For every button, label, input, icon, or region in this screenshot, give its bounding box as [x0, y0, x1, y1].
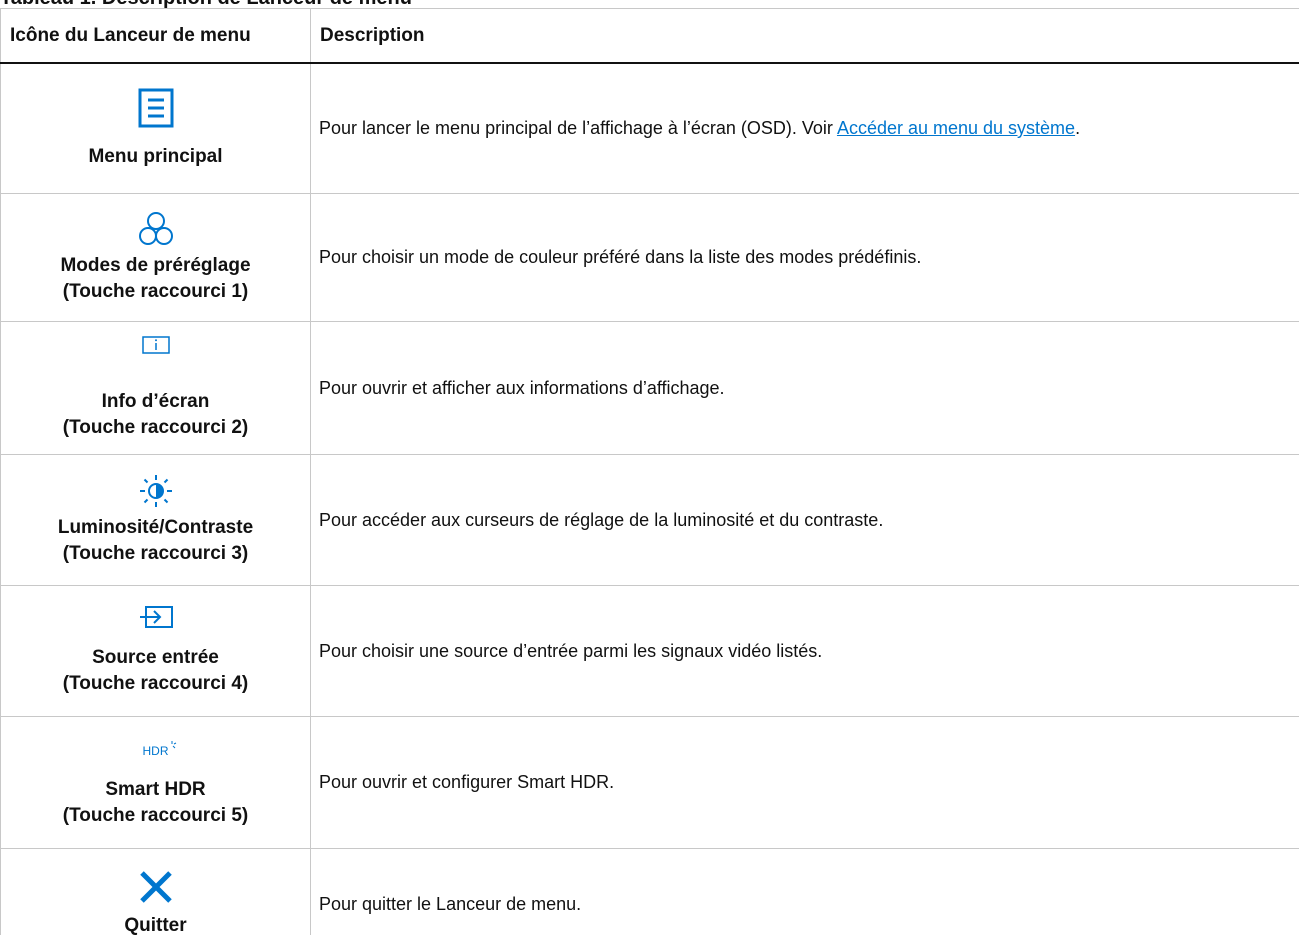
icon-cell: Quitter: [0, 848, 311, 935]
icon-cell: HDR Smart HDR (Touche raccourci 5): [0, 716, 311, 849]
description-cell: Pour ouvrir et configurer Smart HDR.: [310, 716, 1299, 849]
table-row: Quitter Pour quitter le Lanceur de menu.: [0, 848, 1299, 935]
description-text: Pour quitter le Lanceur de menu.: [319, 893, 582, 914]
icon-label: Smart HDR: [105, 778, 206, 800]
description-cell: Pour ouvrir et afficher aux informations…: [310, 321, 1299, 455]
description-text: Pour ouvrir et configurer Smart HDR.: [319, 772, 615, 792]
brightness-contrast-icon: [139, 475, 172, 507]
header-icon-column: Icône du Lanceur de menu: [0, 8, 311, 64]
table-row: HDR Smart HDR (Touche raccourci 5) Pour …: [0, 716, 1299, 849]
shortcut-label: (Touche raccourci 4): [62, 673, 249, 694]
description-cell: Pour quitter le Lanceur de menu.: [310, 848, 1299, 935]
header-description-column: Description: [310, 8, 1299, 64]
description-cell: Pour lancer le menu principal de l’affic…: [310, 62, 1299, 194]
icon-label: Info d’écran: [101, 391, 210, 412]
description-text: Pour lancer le menu principal de l’affic…: [319, 118, 837, 138]
icon-label: Menu principal: [88, 145, 223, 167]
hdr-icon-text: HDR: [142, 743, 169, 758]
description-period: .: [1075, 118, 1081, 138]
document-page: Tableau 1. Description de Lanceur de men…: [0, 0, 1299, 935]
menu-launcher-table: Icône du Lanceur de menu Description Men…: [0, 8, 1299, 935]
description-text: Pour ouvrir et afficher aux informations…: [319, 377, 725, 398]
menu-list-icon: [138, 88, 173, 127]
description-text: Pour choisir un mode de couleur préféré …: [319, 247, 922, 267]
display-info-icon: [141, 336, 170, 354]
description-cell: Pour choisir une source d’entrée parmi l…: [310, 585, 1299, 717]
shortcut-label: (Touche raccourci 5): [62, 804, 249, 826]
preset-modes-icon: [138, 211, 173, 245]
table-row: Modes de préréglage (Touche raccourci 1)…: [0, 193, 1299, 322]
system-menu-link[interactable]: Accéder au menu du système: [837, 118, 1075, 138]
icon-label: Source entrée: [92, 647, 219, 668]
icon-cell: Modes de préréglage (Touche raccourci 1): [0, 193, 311, 322]
table-row: Source entrée (Touche raccourci 4) Pour …: [0, 585, 1299, 717]
icon-cell: Luminosité/Contraste (Touche raccourci 3…: [0, 454, 311, 586]
shortcut-label: (Touche raccourci 3): [62, 543, 249, 564]
shortcut-label: (Touche raccourci 1): [62, 280, 249, 302]
description-cell: Pour accéder aux curseurs de réglage de …: [310, 454, 1299, 586]
description-cell: Pour choisir un mode de couleur préféré …: [310, 193, 1299, 322]
table-row: Menu principal Pour lancer le menu princ…: [0, 62, 1299, 194]
table-row: Luminosité/Contraste (Touche raccourci 3…: [0, 454, 1299, 586]
icon-cell: Menu principal: [0, 62, 311, 194]
shortcut-label: (Touche raccourci 2): [62, 417, 249, 438]
exit-x-icon: [139, 871, 172, 903]
smart-hdr-icon: HDR: [142, 740, 176, 759]
table-header-row: Icône du Lanceur de menu Description: [0, 8, 1299, 64]
icon-cell: Source entrée (Touche raccourci 4): [0, 585, 311, 717]
icon-label: Quitter: [124, 915, 187, 935]
table-row: Info d’écran (Touche raccourci 2) Pour o…: [0, 321, 1299, 455]
input-source-icon: [139, 606, 173, 628]
description-text: Pour accéder aux curseurs de réglage de …: [319, 509, 884, 530]
icon-label: Modes de préréglage: [60, 254, 251, 276]
icon-label: Luminosité/Contraste: [57, 517, 254, 538]
sparkle-icon: [171, 740, 176, 748]
icon-cell: Info d’écran (Touche raccourci 2): [0, 321, 311, 455]
description-text: Pour choisir une source d’entrée parmi l…: [319, 640, 823, 661]
